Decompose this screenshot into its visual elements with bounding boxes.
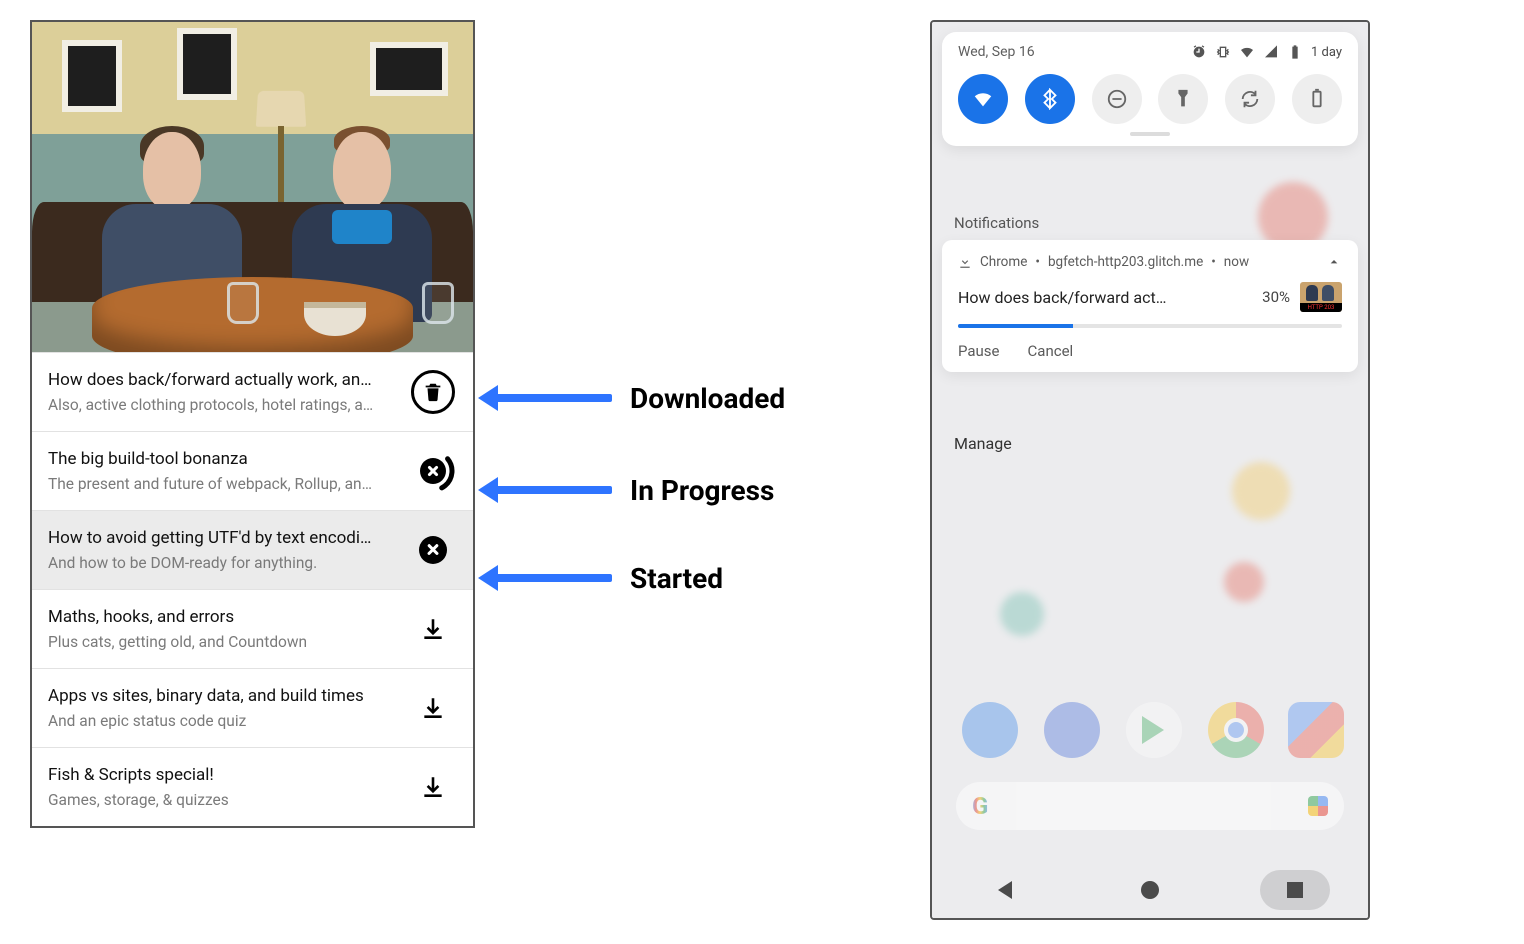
- battery-text: 1 day: [1311, 45, 1342, 60]
- list-item[interactable]: How to avoid getting UTF'd by text encod…: [32, 510, 473, 589]
- arrow-icon: [492, 574, 612, 582]
- episode-subtitle: And an epic status code quiz: [48, 712, 399, 730]
- arrow-icon: [492, 486, 612, 494]
- notification-pause-button[interactable]: Pause: [958, 342, 1000, 360]
- trash-icon: [411, 370, 455, 414]
- android-screenshot: G Wed, Sep 16 1 day: [930, 20, 1370, 920]
- episode-title: How to avoid getting UTF'd by text encod…: [48, 528, 399, 548]
- list-item[interactable]: Apps vs sites, binary data, and build ti…: [32, 668, 473, 747]
- qs-flashlight-tile[interactable]: [1158, 74, 1208, 124]
- app-play-store-icon[interactable]: [1126, 702, 1182, 758]
- arrow-icon: [492, 394, 612, 402]
- home-background: G: [932, 22, 1368, 918]
- quick-settings-panel: Wed, Sep 16 1 day: [942, 32, 1358, 146]
- app-phone-icon[interactable]: [962, 702, 1018, 758]
- download-icon: [420, 695, 446, 721]
- cell-signal-icon: [1263, 44, 1279, 60]
- nav-recents-button[interactable]: [1260, 870, 1330, 910]
- vibrate-icon: [1215, 44, 1231, 60]
- google-logo-icon: G: [972, 792, 988, 820]
- episode-title: How does back/forward actually work, an…: [48, 370, 399, 390]
- download-button[interactable]: [409, 684, 457, 732]
- episode-subtitle: Also, active clothing protocols, hotel r…: [48, 396, 399, 414]
- drag-handle-icon[interactable]: [1130, 132, 1170, 136]
- episode-title: The big build-tool bonanza: [48, 449, 399, 469]
- cancel-download-button[interactable]: [409, 447, 457, 495]
- delete-download-button[interactable]: [409, 368, 457, 416]
- notification-cancel-button[interactable]: Cancel: [1028, 342, 1074, 360]
- annotation-in-progress: In Progress: [492, 470, 774, 510]
- qs-bluetooth-tile[interactable]: [1025, 74, 1075, 124]
- episode-subtitle: And how to be DOM-ready for anything.: [48, 554, 399, 572]
- download-progress-fill: [958, 324, 1073, 328]
- annotation-label: In Progress: [630, 474, 774, 507]
- close-circle-icon: [419, 536, 447, 564]
- annotation-label: Downloaded: [630, 382, 785, 415]
- progress-ring-icon: [411, 449, 455, 493]
- episode-list: How does back/forward actually work, an……: [32, 352, 473, 826]
- list-item[interactable]: Maths, hooks, and errors Plus cats, gett…: [32, 589, 473, 668]
- download-button[interactable]: [409, 763, 457, 811]
- annotation-started: Started: [492, 558, 723, 598]
- wifi-icon: [1239, 44, 1255, 60]
- list-item[interactable]: Fish & Scripts special! Games, storage, …: [32, 747, 473, 826]
- app-chrome-icon[interactable]: [1208, 702, 1264, 758]
- notification-source: bgfetch-http203.glitch.me: [1048, 254, 1203, 270]
- alarm-icon: [1191, 44, 1207, 60]
- download-icon: [958, 255, 972, 269]
- nav-back-button[interactable]: [970, 870, 1040, 910]
- list-item[interactable]: How does back/forward actually work, an……: [32, 352, 473, 431]
- notification-time: now: [1224, 254, 1249, 270]
- episode-title: Apps vs sites, binary data, and build ti…: [48, 686, 399, 706]
- episode-title: Maths, hooks, and errors: [48, 607, 399, 627]
- qs-battery-saver-tile[interactable]: [1292, 74, 1342, 124]
- assistant-icon: [1308, 796, 1328, 816]
- qs-dnd-tile[interactable]: [1092, 74, 1142, 124]
- cancel-download-button[interactable]: [409, 526, 457, 574]
- download-button[interactable]: [409, 605, 457, 653]
- notification-title: How does back/forward act…: [958, 288, 1166, 307]
- qs-wifi-tile[interactable]: [958, 74, 1008, 124]
- manage-notifications-button[interactable]: Manage: [954, 434, 1012, 453]
- episode-subtitle: The present and future of webpack, Rollu…: [48, 475, 399, 493]
- download-icon: [420, 774, 446, 800]
- battery-icon: [1287, 44, 1303, 60]
- episode-list-panel: How does back/forward actually work, an……: [30, 20, 475, 828]
- system-nav-bar: [932, 862, 1368, 918]
- episode-subtitle: Games, storage, & quizzes: [48, 791, 399, 809]
- app-camera-icon[interactable]: [1288, 702, 1344, 758]
- notification-percent: 30%: [1262, 288, 1290, 306]
- notification-app: Chrome: [980, 254, 1027, 270]
- annotation-label: Started: [630, 562, 723, 595]
- nav-home-button[interactable]: [1115, 870, 1185, 910]
- hero-thumbnail: [32, 22, 473, 352]
- app-messages-icon[interactable]: [1044, 702, 1100, 758]
- download-progress-bar: [958, 324, 1342, 328]
- notification-thumbnail: [1300, 282, 1342, 312]
- annotation-downloaded: Downloaded: [492, 378, 785, 418]
- episode-title: Fish & Scripts special!: [48, 765, 399, 785]
- chevron-up-icon[interactable]: [1326, 254, 1342, 270]
- notifications-header: Notifications: [954, 214, 1039, 232]
- google-search-bar[interactable]: G: [956, 782, 1344, 830]
- episode-subtitle: Plus cats, getting old, and Countdown: [48, 633, 399, 651]
- qs-autorotate-tile[interactable]: [1225, 74, 1275, 124]
- status-date: Wed, Sep 16: [958, 44, 1035, 60]
- download-icon: [420, 616, 446, 642]
- download-notification[interactable]: Chrome • bgfetch-http203.glitch.me • now…: [942, 240, 1358, 372]
- list-item[interactable]: The big build-tool bonanza The present a…: [32, 431, 473, 510]
- status-icons: 1 day: [1191, 44, 1342, 60]
